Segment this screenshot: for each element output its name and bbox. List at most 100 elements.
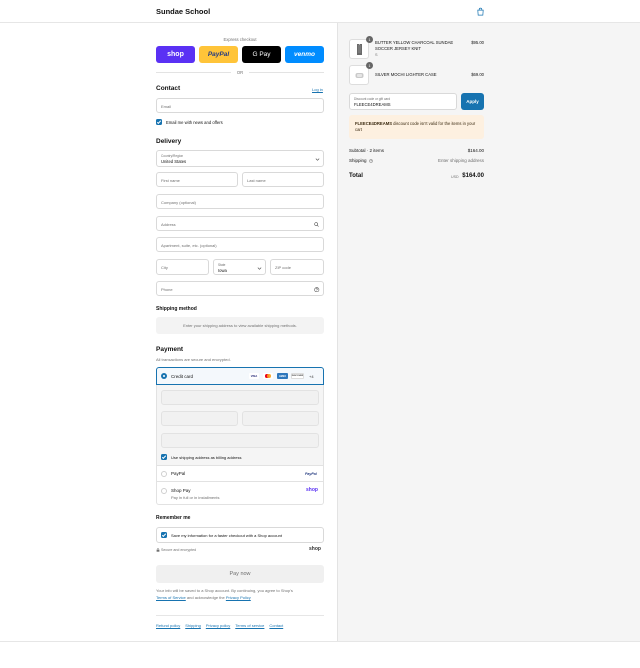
divider	[156, 615, 324, 616]
card-number-field[interactable]	[161, 390, 319, 405]
news-checkbox[interactable]	[156, 119, 162, 125]
legal-line: Your info will be saved to a Shop accoun…	[156, 588, 293, 593]
item-price: $69.00	[471, 72, 484, 77]
shipping-method-title: Shipping method	[156, 306, 197, 312]
footer-link-contact[interactable]: Contact	[269, 623, 283, 628]
footer-link-shipping[interactable]: Shipping	[185, 623, 201, 628]
address-placeholder: Address	[161, 222, 176, 227]
shipping-method-note: Enter your shipping address to view avai…	[156, 317, 324, 334]
discount-value: FLEECE4DREAMS	[354, 101, 391, 107]
delivery-title: Delivery	[156, 138, 182, 145]
paypal-logo: PayPal	[305, 472, 317, 476]
search-icon	[314, 221, 319, 227]
amex-icon: AMEX	[277, 373, 288, 379]
credit-card-label: Credit card	[171, 373, 194, 379]
name-on-card-field[interactable]	[161, 433, 319, 448]
city-placeholder: City	[161, 265, 168, 270]
save-info-label: Save my information for a faster checkou…	[171, 533, 282, 538]
shop-pay-logo: shop	[167, 51, 184, 58]
payment-subtitle: All transactions are secure and encrypte…	[156, 357, 231, 362]
shop-pay-radio[interactable]	[161, 488, 167, 494]
pay-now-button[interactable]: Pay now	[156, 565, 324, 583]
footer-links: Refund policy Shipping Privacy policy Te…	[156, 623, 283, 628]
company-field[interactable]: Company (optional)	[156, 194, 324, 209]
login-link[interactable]: Log in	[312, 87, 323, 92]
shop-pay-logo: shop	[306, 487, 318, 493]
help-icon[interactable]	[314, 286, 320, 293]
footer-link-terms[interactable]: Terms of service	[235, 623, 264, 628]
expiration-field[interactable]	[161, 411, 238, 426]
payment-title: Payment	[156, 346, 184, 353]
credit-card-radio[interactable]	[161, 373, 167, 379]
divider	[249, 72, 324, 73]
first-name-placeholder: First name	[161, 178, 180, 183]
or-separator: OR	[236, 70, 244, 75]
store-logo[interactable]: Sundae School	[156, 7, 210, 16]
paypal-option-label: PayPal	[171, 471, 186, 476]
country-label: Country/Region	[161, 153, 184, 158]
terms-link[interactable]: Terms of Service	[156, 595, 186, 600]
google-pay-button[interactable]: G Pay	[242, 46, 281, 63]
help-icon[interactable]	[369, 159, 373, 163]
footer-link-privacy[interactable]: Privacy policy	[206, 623, 230, 628]
address-field[interactable]: Address	[156, 216, 324, 231]
lighter-case-image	[355, 73, 364, 78]
mastercard-icon	[263, 373, 273, 379]
remember-me-title: Remember me	[156, 515, 191, 521]
divider	[0, 641, 640, 642]
apply-button[interactable]: Apply	[461, 93, 484, 110]
lock-icon	[156, 548, 160, 552]
billing-address-checkbox[interactable]	[161, 454, 167, 460]
total-value: $164.00	[462, 173, 484, 179]
paypal-button[interactable]: PayPal	[199, 46, 238, 63]
divider	[156, 72, 231, 73]
venmo-logo: venmo	[294, 51, 315, 58]
state-value: Iowa	[218, 267, 227, 273]
last-name-field[interactable]: Last name	[242, 172, 324, 187]
header: Sundae School	[0, 0, 640, 23]
phone-field[interactable]: Phone	[156, 281, 324, 296]
discount-warning-text: FLEECE4DREAMS discount code isn't valid …	[355, 121, 481, 133]
google-pay-logo: G Pay	[252, 51, 271, 58]
express-checkout-title: Express checkout	[223, 37, 257, 42]
legal-text: Your info will be saved to a Shop accoun…	[156, 588, 326, 601]
zip-placeholder: ZIP code	[275, 265, 291, 270]
first-name-field[interactable]: First name	[156, 172, 238, 187]
shipping-label: Shipping	[349, 158, 367, 163]
state-select[interactable]: State Iowa	[213, 259, 266, 275]
quantity-badge: 1	[366, 36, 373, 43]
venmo-button[interactable]: venmo	[285, 46, 324, 63]
state-label: State	[218, 262, 226, 267]
discover-icon: DISCOVER	[291, 373, 304, 379]
security-code-field[interactable]	[242, 411, 319, 426]
apartment-placeholder: Apartment, suite, etc. (optional)	[161, 243, 217, 248]
paypal-radio[interactable]	[161, 471, 167, 477]
subtotal-value: $164.00	[467, 148, 484, 153]
billing-address-label: Use shipping address as billing address	[171, 455, 242, 460]
chevron-down-icon	[257, 266, 262, 270]
total-label: Total	[349, 173, 363, 179]
footer-link-refund[interactable]: Refund policy	[156, 623, 180, 628]
apartment-field[interactable]: Apartment, suite, etc. (optional)	[156, 237, 324, 252]
paypal-logo: PayPal	[207, 51, 230, 58]
save-info-checkbox[interactable]	[161, 532, 167, 538]
product-thumbnail	[349, 65, 369, 85]
shop-pay-label: Shop Pay	[171, 488, 191, 493]
shop-logo: shop	[309, 546, 321, 552]
email-placeholder: Email	[161, 104, 172, 109]
shop-pay-button[interactable]: shop	[156, 46, 195, 63]
country-select[interactable]: Country/Region United States	[156, 150, 324, 167]
item-variant: S	[375, 53, 378, 57]
item-price: $95.00	[471, 40, 484, 45]
privacy-link[interactable]: Privacy Policy	[226, 595, 251, 600]
email-field[interactable]: Email	[156, 98, 324, 113]
legal-and: and acknowledge the	[186, 594, 225, 600]
shopping-bag-icon[interactable]	[476, 7, 485, 16]
city-field[interactable]: City	[156, 259, 209, 275]
shop-pay-option[interactable]	[156, 482, 324, 505]
company-placeholder: Company (optional)	[161, 200, 196, 205]
discount-code-field[interactable]: Discount code or gift card FLEECE4DREAMS	[349, 93, 457, 110]
zip-field[interactable]: ZIP code	[270, 259, 324, 275]
visa-icon: VISA	[249, 373, 259, 379]
secure-label: Secure and encrypted	[161, 548, 197, 552]
